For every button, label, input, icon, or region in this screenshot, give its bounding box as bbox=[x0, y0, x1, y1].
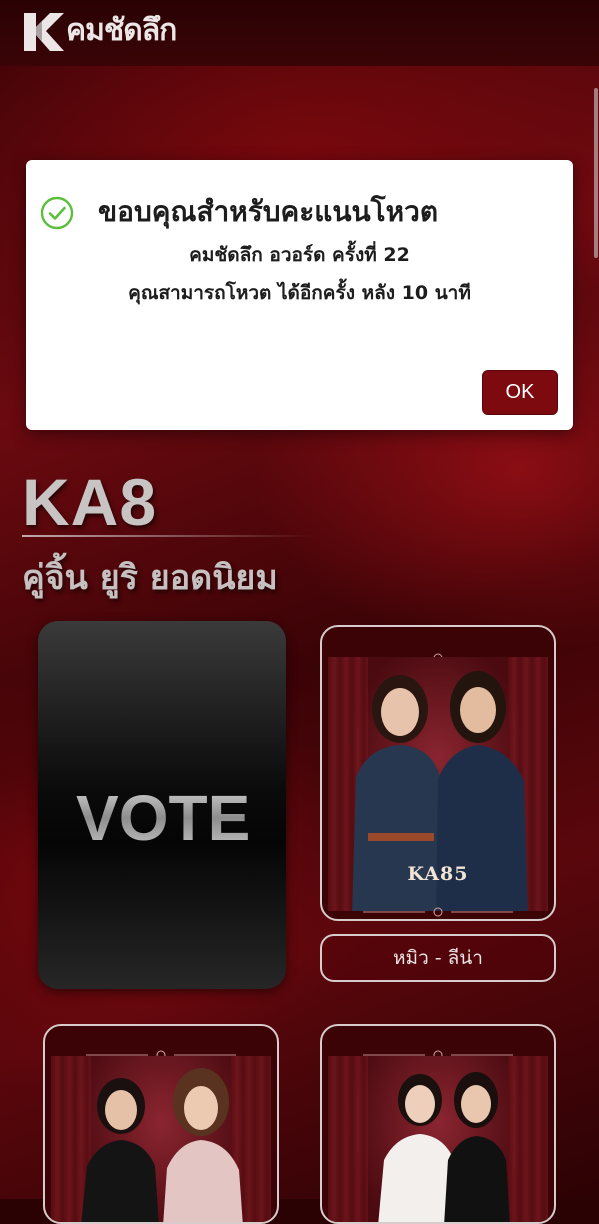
section-code: KA8 bbox=[22, 465, 158, 539]
candidate-photo: KA85 bbox=[328, 657, 548, 911]
candidate-figures-image bbox=[378, 1072, 510, 1222]
scrollbar[interactable] bbox=[594, 88, 598, 258]
vote-logo: VOTE bbox=[76, 782, 248, 854]
ornament-icon bbox=[363, 907, 513, 917]
candidate-code: KA85 bbox=[407, 863, 469, 885]
candidate-card[interactable]: KA85 bbox=[320, 625, 556, 921]
vote-card[interactable]: VOTE bbox=[38, 621, 286, 989]
header: คมชัดลึก bbox=[0, 0, 599, 66]
vote-logo-text: VOTE bbox=[76, 782, 248, 854]
divider bbox=[22, 535, 312, 537]
section-subtitle: คู่จิ้น ยูริ ยอดนิยม bbox=[22, 558, 278, 598]
candidate-card[interactable] bbox=[43, 1024, 279, 1224]
check-circle-icon bbox=[40, 196, 74, 230]
site-logo[interactable]: คมชัดลึก bbox=[22, 8, 177, 54]
ok-button[interactable]: OK bbox=[482, 370, 558, 415]
candidate-photo bbox=[328, 1056, 548, 1222]
candidate-figures-image bbox=[81, 1068, 243, 1222]
candidate-photo bbox=[51, 1056, 271, 1222]
dialog-title: ขอบคุณสำหรับคะแนนโหวต bbox=[98, 195, 439, 228]
candidate-card[interactable] bbox=[320, 1024, 556, 1224]
k-letter-logo-icon bbox=[24, 13, 64, 51]
logo-text: คมชัดลึก bbox=[66, 13, 177, 48]
dialog-message-line2: คุณสามารถโหวต ได้อีกครั้ง หลัง 10 นาที bbox=[128, 282, 471, 304]
candidate-name-button[interactable]: หมิว - ลีน่า bbox=[320, 934, 556, 982]
vote-success-dialog: ขอบคุณสำหรับคะแนนโหวต คมชัดลึก อวอร์ด คร… bbox=[26, 160, 573, 430]
dialog-message-line1: คมชัดลึก อวอร์ด ครั้งที่ 22 bbox=[189, 244, 410, 266]
